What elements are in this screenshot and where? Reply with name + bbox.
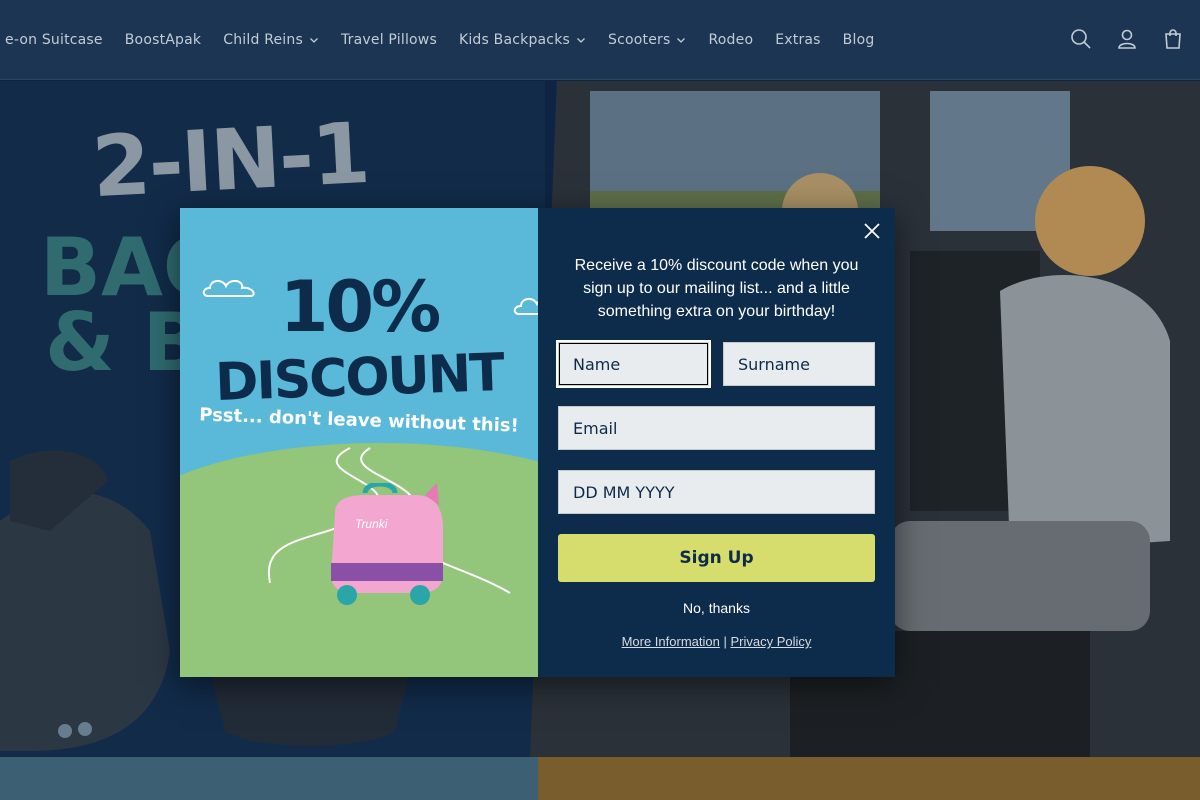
popup-promo-image: 10% DISCOUNT Psst... don't leave without…: [180, 208, 538, 677]
category-tile-right[interactable]: [538, 757, 1200, 800]
close-icon[interactable]: [861, 220, 883, 242]
newsletter-popup: 10% DISCOUNT Psst... don't leave without…: [180, 208, 895, 677]
promo-tagline: Psst... don't leave without this!: [198, 404, 520, 437]
seat-base-image: [210, 671, 410, 746]
surname-field[interactable]: Surname: [723, 342, 875, 386]
nav-item-label: Extras: [775, 32, 821, 48]
nav-item-label: Kids Backpacks: [458, 32, 571, 48]
link-separator: |: [723, 634, 727, 649]
email-field[interactable]: Email: [558, 406, 875, 450]
chevron-down-icon: [310, 38, 318, 43]
cart-icon[interactable]: [1160, 26, 1186, 52]
nav-item-blog[interactable]: Blog: [832, 32, 886, 48]
suitcase-label: Trunki: [355, 517, 388, 531]
popup-intro-text: Receive a 10% discount code when you sig…: [574, 257, 859, 320]
nav-item-ride-on-suitcase[interactable]: e-on Suitcase: [0, 32, 114, 48]
nav-item-boostapak[interactable]: BoostApak: [114, 32, 212, 48]
nav-item-label: Scooters: [608, 32, 671, 48]
nav-item-travel-pillows[interactable]: Travel Pillows: [330, 32, 448, 48]
trunki-suitcase-image: Trunki: [331, 483, 443, 605]
chevron-down-icon: [577, 38, 585, 43]
nav-item-label: BoostApak: [124, 32, 202, 48]
chevron-down-icon: [677, 38, 686, 43]
privacy-policy-link[interactable]: Privacy Policy: [730, 634, 811, 649]
no-thanks-button[interactable]: No, thanks: [558, 600, 875, 616]
nav-item-label: Blog: [842, 32, 875, 48]
popup-signup-form: Receive a 10% discount code when you sig…: [538, 208, 895, 677]
popup-footer-links: More Information | Privacy Policy: [558, 634, 875, 649]
nav-item-scooters[interactable]: Scooters: [597, 32, 697, 48]
nav-item-child-reins[interactable]: Child Reins: [212, 32, 330, 48]
nav-item-label: Rodeo: [708, 32, 754, 48]
promo-percent: 10%: [279, 266, 442, 348]
nav-links: e-on Suitcase BoostApak Child Reins Trav…: [0, 0, 885, 80]
category-tile-left[interactable]: [0, 757, 538, 800]
search-icon[interactable]: [1068, 26, 1094, 52]
account-icon[interactable]: [1114, 26, 1140, 52]
more-information-link[interactable]: More Information: [622, 634, 720, 649]
nav-item-label: Travel Pillows: [340, 32, 437, 48]
header-icons: [1068, 26, 1186, 52]
hero-title: 2-IN-1: [89, 103, 371, 217]
top-navigation: e-on Suitcase BoostApak Child Reins Trav…: [0, 0, 1200, 80]
date-of-birth-field[interactable]: DD MM YYYY: [558, 470, 875, 514]
nav-item-extras[interactable]: Extras: [764, 32, 831, 48]
nav-item-label: e-on Suitcase: [5, 32, 103, 48]
nav-item-kids-backpacks[interactable]: Kids Backpacks: [448, 32, 597, 48]
promo-discount-word: DISCOUNT: [214, 343, 504, 413]
name-field[interactable]: Name: [556, 340, 711, 388]
nav-item-rodeo[interactable]: Rodeo: [697, 32, 764, 48]
bottom-category-strip: [0, 757, 1200, 800]
nav-item-label: Child Reins: [223, 32, 303, 48]
sign-up-button[interactable]: Sign Up: [558, 534, 875, 582]
